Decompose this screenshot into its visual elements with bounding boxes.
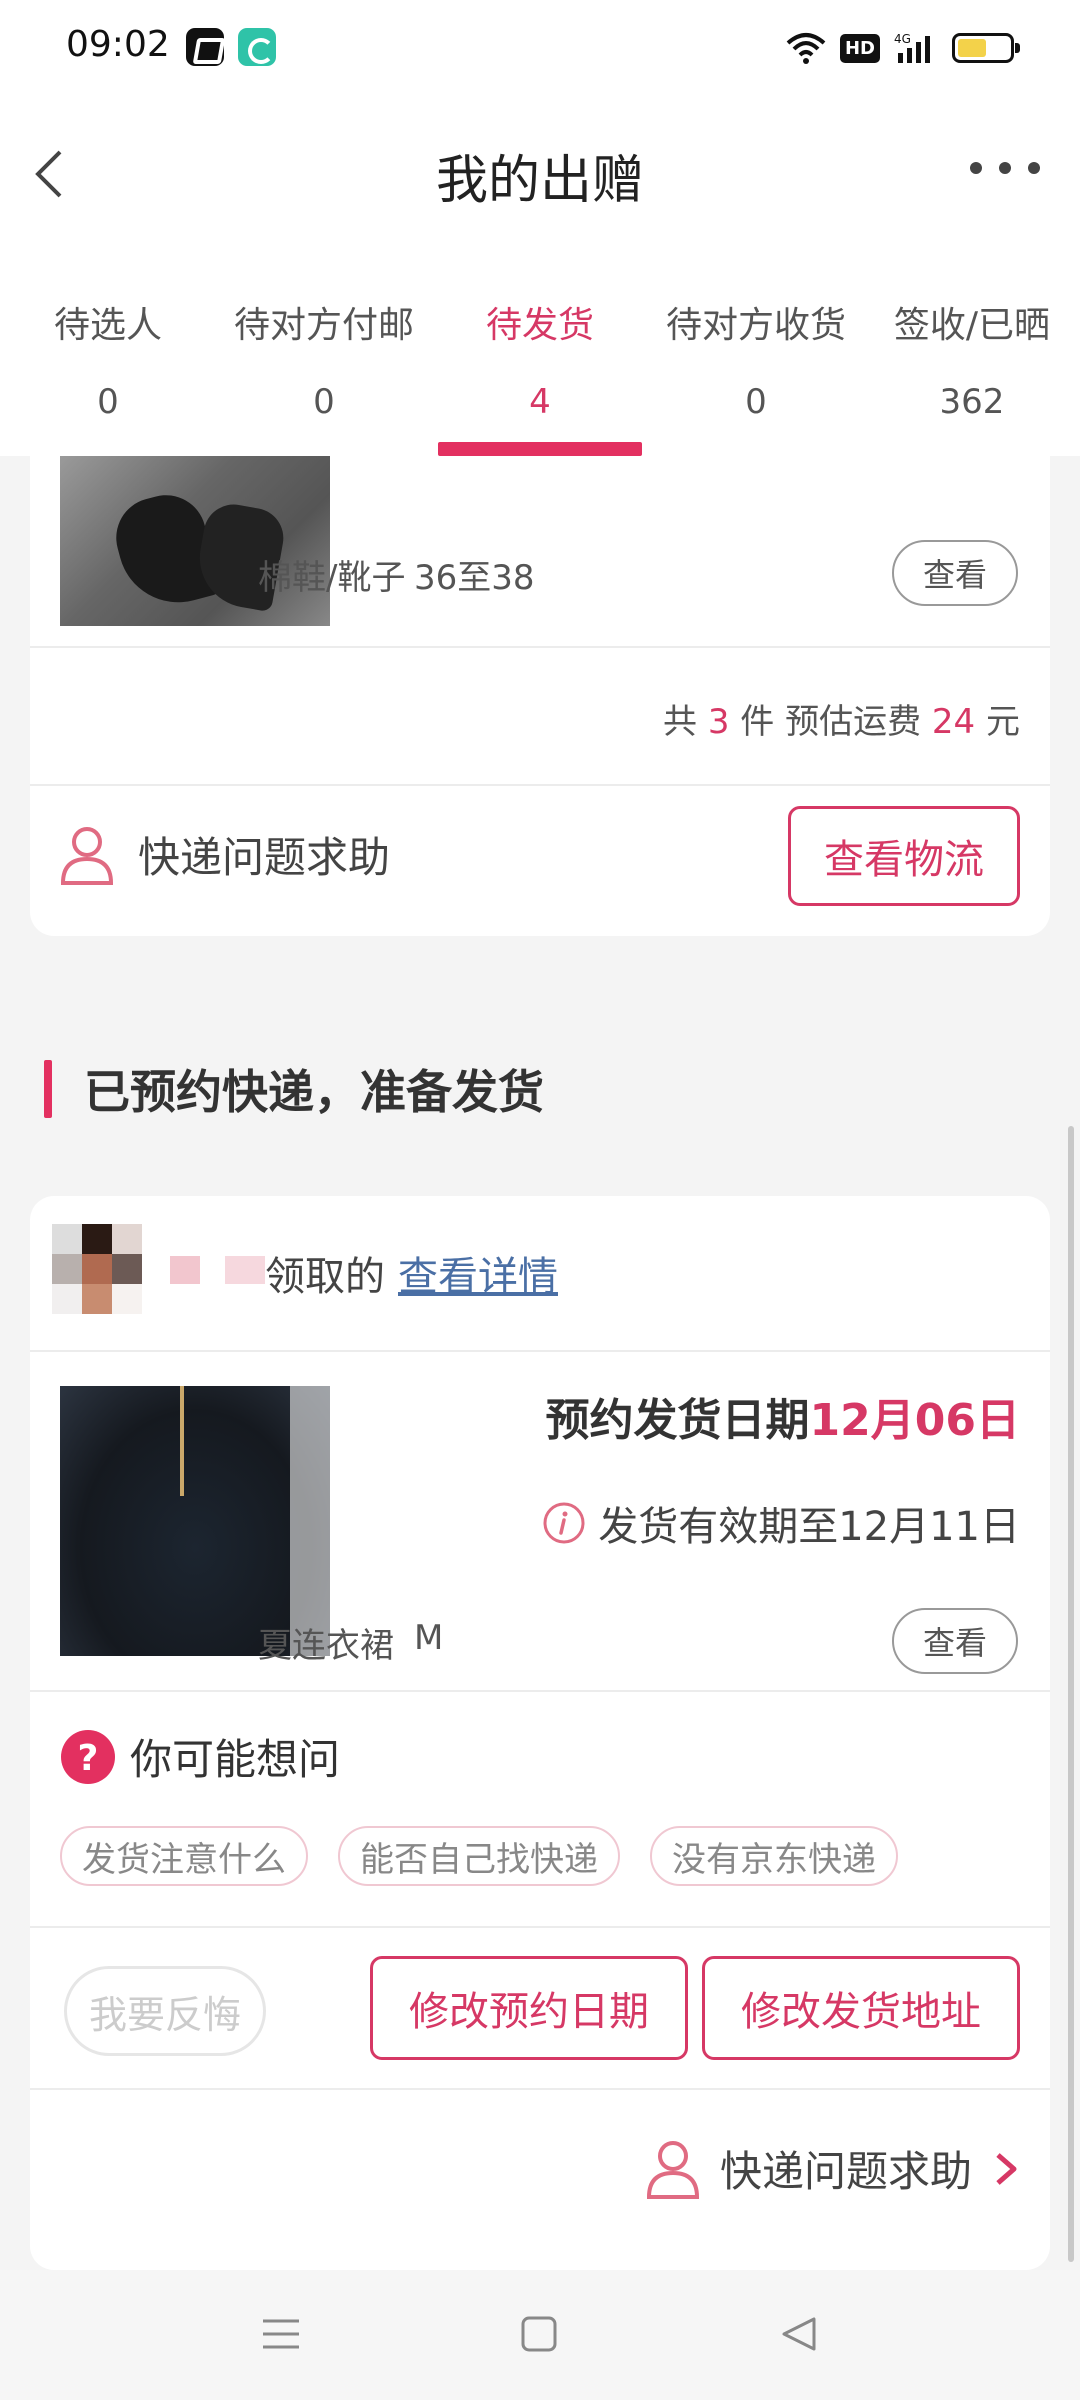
- courier-help-link[interactable]: 快递问题求助: [60, 824, 390, 885]
- receiver-name-blurred: [225, 1256, 265, 1284]
- order-list[interactable]: 棉鞋/靴子 36至38 查看 共 3 件 预估运费 24 元 快递问题求助 查看…: [0, 456, 1080, 2270]
- menu-icon[interactable]: [246, 2304, 316, 2364]
- section-accent-bar: [44, 1060, 52, 1118]
- ship-date-value: 12月06日: [809, 1395, 1020, 1446]
- courier-help-label: 快递问题求助: [719, 2147, 972, 2196]
- hd-badge: HD: [839, 33, 880, 63]
- item-size: M: [414, 1618, 444, 1658]
- network-type: 4G: [894, 32, 911, 46]
- page-title: 我的出赠: [435, 151, 644, 211]
- section-title: 已预约快递，准备发货: [84, 1065, 544, 1119]
- view-item-button[interactable]: 查看: [892, 1608, 1018, 1674]
- divider: [30, 784, 1050, 786]
- divider: [30, 1690, 1050, 1692]
- tab-label: 待发货: [485, 305, 594, 346]
- item-size: 36至38: [414, 558, 535, 598]
- regret-button[interactable]: 我要反悔: [64, 1966, 266, 2056]
- item-photo-boots[interactable]: [60, 456, 330, 626]
- status-indicators: HD 4G: [786, 28, 1020, 68]
- faq-header: ? 你可能想问: [60, 1726, 340, 1787]
- info-icon: [543, 1502, 585, 1544]
- tab-received-shared[interactable]: 签收/已晒 362: [872, 246, 1072, 456]
- tab-label: 待选人: [53, 305, 162, 346]
- item-count: 3: [707, 702, 730, 742]
- faq-chip[interactable]: 能否自己找快递: [338, 1826, 620, 1886]
- item-name: 夏连衣裙: [258, 1626, 394, 1666]
- tab-label: 待对方收货: [665, 305, 846, 346]
- faq-title: 你可能想问: [130, 1735, 341, 1784]
- status-bar: 09:02 HD 4G: [0, 0, 1080, 96]
- scrollbar[interactable]: [1068, 1126, 1074, 2262]
- section-header: 已预约快递，准备发货: [44, 1056, 544, 1122]
- tab-count: 4: [529, 382, 551, 422]
- summary-prefix: 共: [663, 702, 698, 742]
- more-icon[interactable]: [970, 148, 1040, 188]
- courier-help-label: 快递问题求助: [138, 833, 391, 882]
- faq-chip[interactable]: 发货注意什么: [60, 1826, 308, 1886]
- tab-pending-select[interactable]: 待选人 0: [8, 246, 208, 456]
- tab-count: 0: [97, 382, 119, 422]
- courier-help-link[interactable]: 快递问题求助: [646, 2138, 1020, 2199]
- divider: [30, 1926, 1050, 1928]
- change-date-button[interactable]: 修改预约日期: [370, 1956, 688, 2060]
- tab-count: 362: [939, 382, 1005, 422]
- summary-middle: 件 预估运费: [740, 702, 922, 742]
- back-triangle-icon[interactable]: [764, 2304, 834, 2364]
- shipping-summary: 共 3 件 预估运费 24 元: [663, 694, 1020, 743]
- item-photo-dress[interactable]: [60, 1386, 330, 1656]
- divider: [30, 646, 1050, 648]
- order-card: 棉鞋/靴子 36至38 查看 共 3 件 预估运费 24 元 快递问题求助 查看…: [30, 456, 1050, 936]
- tab-pending-shipment[interactable]: 待发货 4: [438, 246, 642, 456]
- faq-chip[interactable]: 没有京东快递: [650, 1826, 898, 1886]
- messaging-app-icon: [238, 28, 276, 66]
- signal-icon: 4G: [894, 32, 930, 63]
- ship-date-label: 预约发货日期: [545, 1395, 810, 1446]
- ship-validity-label: 发货有效期至12月11日: [598, 1504, 1020, 1550]
- home-icon[interactable]: [504, 2304, 574, 2364]
- divider: [30, 2088, 1050, 2090]
- svg-text:?: ?: [78, 1738, 99, 1779]
- nav-bar: 我的出赠: [0, 96, 1080, 246]
- question-icon: ?: [61, 1729, 115, 1784]
- tab-pending-receipt[interactable]: 待对方收货 0: [656, 246, 856, 456]
- order-card: 领取的 查看详情 预约发货日期12月06日 发货有效期至12月11日 夏连衣裙 …: [30, 1196, 1050, 2270]
- person-icon: [60, 826, 114, 885]
- tab-count: 0: [745, 382, 767, 422]
- status-time: 09:02: [66, 24, 170, 65]
- receiver-text: 领取的: [265, 1254, 385, 1300]
- capcut-app-icon: [186, 28, 224, 66]
- tab-label: 签收/已晒: [893, 305, 1051, 346]
- system-nav-bar: [0, 2270, 1080, 2400]
- shipping-fee: 24: [931, 702, 976, 742]
- battery-icon: [952, 33, 1020, 63]
- chevron-right-icon: [996, 2152, 1017, 2185]
- tab-pending-postage[interactable]: 待对方付邮 0: [224, 246, 424, 456]
- tab-label: 待对方付邮: [233, 305, 414, 346]
- scheduled-ship-date: 预约发货日期12月06日: [546, 1384, 1020, 1448]
- view-details-link[interactable]: 查看详情: [398, 1244, 558, 1302]
- item-name: 棉鞋/靴子: [258, 558, 406, 598]
- view-logistics-button[interactable]: 查看物流: [788, 806, 1020, 906]
- avatar[interactable]: [52, 1224, 142, 1314]
- faq-chips: 发货注意什么 能否自己找快递 没有京东快递: [60, 1826, 898, 1886]
- active-tab-indicator: [438, 442, 642, 456]
- wifi-icon: [786, 33, 826, 64]
- change-address-button[interactable]: 修改发货地址: [702, 1956, 1020, 2060]
- summary-suffix: 元: [986, 702, 1020, 742]
- status-tabs: 待选人 0 待对方付邮 0 待发货 4 待对方收货 0 签收/已晒 362: [0, 246, 1080, 456]
- receiver-name-blurred: [170, 1256, 200, 1284]
- view-item-button[interactable]: 查看: [892, 540, 1018, 606]
- tab-count: 0: [313, 382, 335, 422]
- divider: [30, 1350, 1050, 1352]
- ship-validity: 发货有效期至12月11日: [542, 1494, 1020, 1552]
- person-icon: [646, 2140, 699, 2199]
